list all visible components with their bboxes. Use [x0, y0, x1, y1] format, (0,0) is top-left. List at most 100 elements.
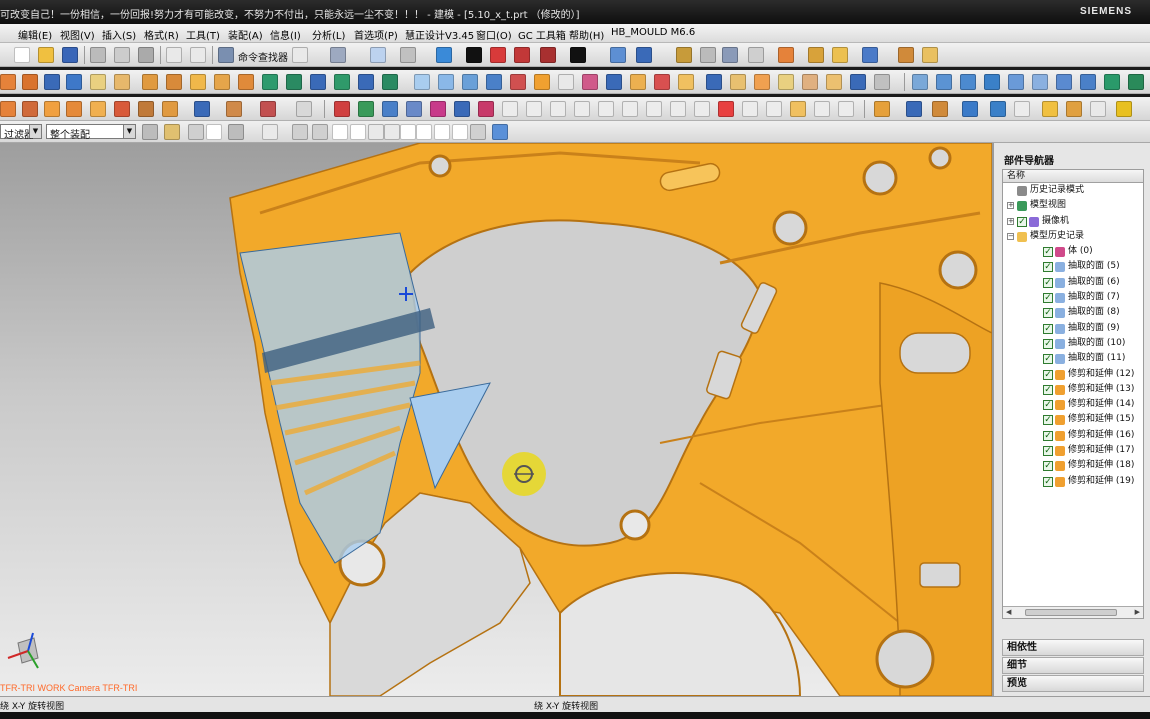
- curve-2-icon[interactable]: [358, 101, 374, 117]
- fill-surface-icon[interactable]: [826, 74, 842, 90]
- tree-row[interactable]: + 模型视图: [1003, 198, 1143, 213]
- revolve-icon[interactable]: [22, 74, 38, 90]
- curve-5-icon[interactable]: [430, 101, 446, 117]
- part-navigator-tree[interactable]: 名称 历史记录模式 + 模型视图 + ✓ 摄像机 − 模型历史记录 ✓ 体 (0) ✓ 抽取的面 (5…: [1002, 169, 1144, 619]
- feature-6-icon[interactable]: [114, 101, 130, 117]
- wcs-dynamics-icon[interactable]: [748, 47, 764, 63]
- mold-tool-10-icon[interactable]: [1128, 74, 1144, 90]
- scroll-left-arrow-icon[interactable]: ◀: [1006, 608, 1011, 616]
- extract-geometry-icon[interactable]: [414, 74, 430, 90]
- feature-5-icon[interactable]: [90, 101, 106, 117]
- tree-row[interactable]: ✓ 修剪和延伸 (16): [1003, 428, 1143, 443]
- arc-center-icon[interactable]: [400, 124, 416, 140]
- collapse-icon[interactable]: −: [1007, 232, 1014, 240]
- curve-8-icon[interactable]: [790, 101, 806, 117]
- filter-settings-icon[interactable]: [142, 124, 158, 140]
- background-icon[interactable]: [570, 47, 586, 63]
- divide-curve-icon[interactable]: [766, 101, 782, 117]
- selection-tool-icon[interactable]: [330, 47, 346, 63]
- tree-row[interactable]: ✓ 修剪和延伸 (17): [1003, 443, 1143, 458]
- visibility-checkbox[interactable]: ✓: [1043, 338, 1053, 349]
- feature-3-icon[interactable]: [44, 101, 60, 117]
- menu-information[interactable]: 信息(I): [270, 27, 301, 42]
- scroll-thumb[interactable]: [1025, 609, 1117, 616]
- through-curves-icon[interactable]: [678, 74, 694, 90]
- feature-11-icon[interactable]: [260, 101, 276, 117]
- orient-view-icon[interactable]: [490, 47, 506, 63]
- layer-icon[interactable]: [636, 47, 652, 63]
- move-icon[interactable]: [862, 47, 878, 63]
- sync-6-icon[interactable]: [1014, 101, 1030, 117]
- visibility-checkbox[interactable]: ✓: [1043, 293, 1053, 304]
- spline-icon[interactable]: [550, 101, 566, 117]
- curve-10-icon[interactable]: [838, 101, 854, 117]
- sync-5-icon[interactable]: [990, 101, 1006, 117]
- mold-tool-3-icon[interactable]: [960, 74, 976, 90]
- visibility-checkbox[interactable]: ✓: [1043, 384, 1053, 395]
- visibility-checkbox[interactable]: ✓: [1043, 323, 1053, 334]
- tree-row[interactable]: ✓ 抽取的面 (8): [1003, 305, 1143, 320]
- existing-point-icon[interactable]: [434, 124, 450, 140]
- cut-icon[interactable]: [90, 47, 106, 63]
- menu-help[interactable]: 帮助(H): [569, 27, 604, 42]
- tree-row[interactable]: − 模型历史记录: [1003, 229, 1143, 244]
- menu-gc-toolkit[interactable]: GC 工具箱: [518, 27, 566, 42]
- visibility-checkbox[interactable]: ✓: [1043, 277, 1053, 288]
- intersect-curve-icon[interactable]: [622, 101, 638, 117]
- curve-3-icon[interactable]: [382, 101, 398, 117]
- circle-icon[interactable]: [526, 101, 542, 117]
- visibility-checkbox[interactable]: ✓: [1043, 461, 1053, 472]
- menu-view[interactable]: 视图(V): [60, 27, 95, 42]
- offset-curve-icon[interactable]: [574, 101, 590, 117]
- end-point-icon[interactable]: [332, 124, 348, 140]
- curve-4-icon[interactable]: [406, 101, 422, 117]
- sync-1-icon[interactable]: [874, 101, 890, 117]
- shell-icon[interactable]: [190, 74, 206, 90]
- n-sided-icon[interactable]: [754, 74, 770, 90]
- undo-icon[interactable]: [166, 47, 182, 63]
- general-selection-icon[interactable]: [164, 124, 180, 140]
- sync-4-icon[interactable]: [962, 101, 978, 117]
- pointer-icon[interactable]: [808, 47, 824, 63]
- command-finder-label[interactable]: 命令查找器: [238, 49, 288, 64]
- shaded-icon[interactable]: [466, 47, 482, 63]
- subtract-icon[interactable]: [286, 74, 302, 90]
- tree-row[interactable]: ✓ 修剪和延伸 (18): [1003, 458, 1143, 473]
- swept-icon[interactable]: [730, 74, 746, 90]
- extrude-icon[interactable]: [0, 74, 16, 90]
- tree-row[interactable]: ✓ 抽取的面 (10): [1003, 336, 1143, 351]
- brush-icon[interactable]: [922, 47, 938, 63]
- edge-blend-icon[interactable]: [142, 74, 158, 90]
- scale-icon[interactable]: [630, 74, 646, 90]
- delete-face-icon[interactable]: [510, 74, 526, 90]
- sync-3-icon[interactable]: [932, 101, 948, 117]
- curve-6-icon[interactable]: [454, 101, 470, 117]
- delete-curve-icon[interactable]: [718, 101, 734, 117]
- type-filter-select[interactable]: 过滤器 ▼: [0, 124, 42, 141]
- snap-toggle-icon[interactable]: [292, 124, 308, 140]
- menu-assemblies[interactable]: 装配(A): [228, 27, 263, 42]
- intersection-point-icon[interactable]: [384, 124, 400, 140]
- chevron-down-icon[interactable]: ▼: [123, 125, 135, 138]
- pattern-icon[interactable]: [358, 74, 374, 90]
- cylinder-icon[interactable]: [66, 74, 82, 90]
- tree-row[interactable]: ✓ 修剪和延伸 (19): [1003, 474, 1143, 489]
- curve-7-icon[interactable]: [478, 101, 494, 117]
- open-folder-icon[interactable]: [38, 47, 54, 63]
- curve-1-icon[interactable]: [334, 101, 350, 117]
- visibility-checkbox[interactable]: ✓: [1043, 308, 1053, 319]
- visibility-checkbox[interactable]: ✓: [1043, 400, 1053, 411]
- mold-tool-7-icon[interactable]: [1056, 74, 1072, 90]
- trim-curve-icon[interactable]: [694, 101, 710, 117]
- mold-tool-1-icon[interactable]: [912, 74, 928, 90]
- bridge-icon[interactable]: [778, 74, 794, 90]
- tree-row[interactable]: ✓ 抽取的面 (5): [1003, 259, 1143, 274]
- trim-body-icon[interactable]: [238, 74, 254, 90]
- zoom-icon[interactable]: [400, 47, 416, 63]
- menu-window[interactable]: 窗口(O): [476, 27, 512, 42]
- paste-icon[interactable]: [138, 47, 154, 63]
- render-style-icon[interactable]: [436, 47, 452, 63]
- details-panel[interactable]: 细节: [1002, 657, 1144, 674]
- snap-settings-icon[interactable]: [312, 124, 328, 140]
- bridge-curve-icon[interactable]: [646, 101, 662, 117]
